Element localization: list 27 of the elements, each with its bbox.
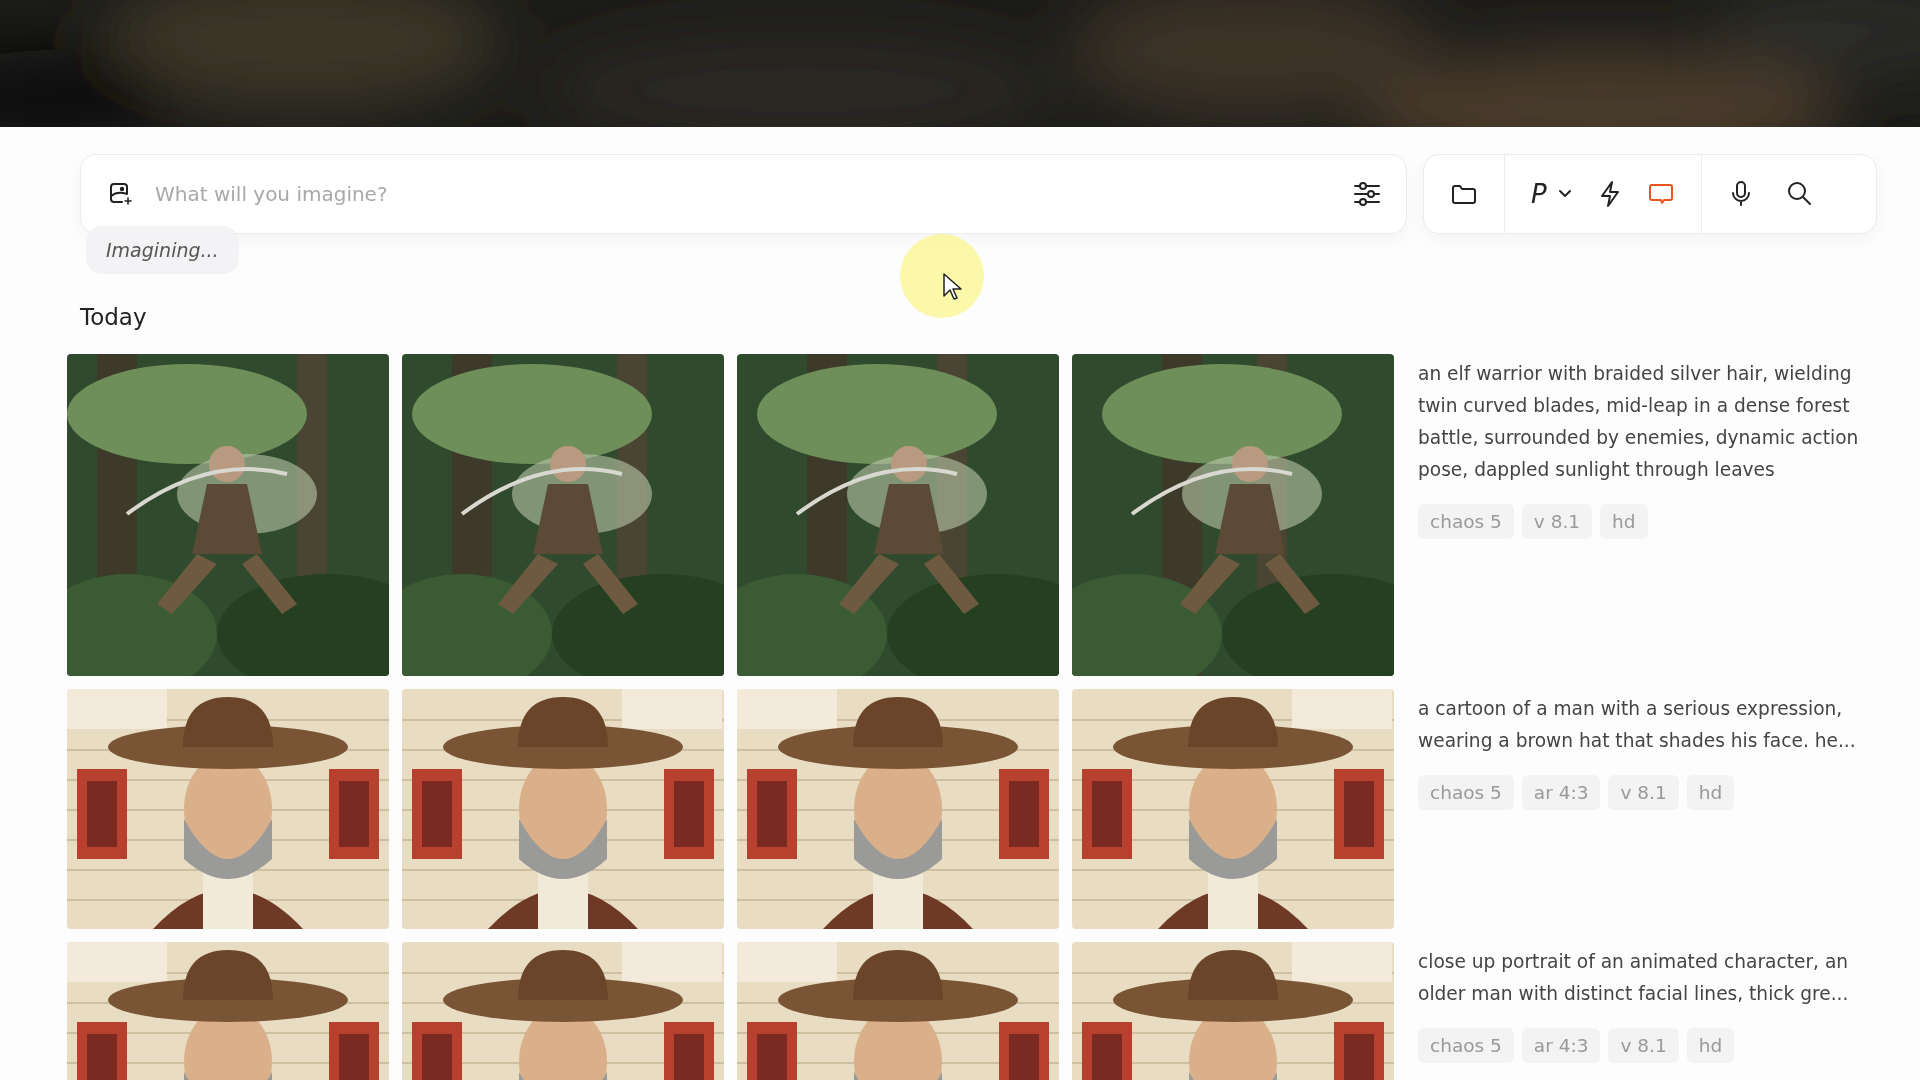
section-title: Today — [80, 304, 148, 330]
parameter-tag: hd — [1686, 775, 1735, 810]
status-chip: Imagining... — [86, 226, 239, 274]
chat-icon — [1646, 181, 1675, 207]
parameter-tag: hd — [1600, 504, 1648, 539]
parameter-tag: hd — [1686, 1028, 1735, 1063]
parameter-tag: chaos 5 — [1418, 775, 1514, 810]
prompt-text: a cartoon of a man with a serious expression, wearing a brown hat that shades his face. he... — [1418, 697, 1857, 753]
sliders-icon — [1352, 180, 1382, 208]
parameter-tag: chaos 5 — [1418, 504, 1514, 539]
parameter-tag: chaos 5 — [1418, 1028, 1514, 1063]
search-icon — [1785, 180, 1814, 208]
settings-button[interactable] — [1352, 180, 1382, 208]
parameter-tag: v 8.1 — [1608, 775, 1679, 810]
prompt-text: close up portrait of an animated character, an older man with distinct facial lines, thick gre... — [1418, 950, 1850, 1006]
parameter-tag: v 8.1 — [1608, 1028, 1679, 1063]
parameter-tag: ar 4:3 — [1521, 1028, 1601, 1063]
search-button[interactable] — [1785, 180, 1814, 208]
add-image-icon — [107, 181, 133, 207]
profile-button[interactable]: P — [1531, 179, 1547, 209]
parameter-tag: v 8.1 — [1521, 504, 1593, 539]
cursor-icon — [942, 272, 964, 302]
prompt-input[interactable]: What will you imagine? — [153, 181, 1352, 207]
prompt-field[interactable]: What will you imagine? — [80, 154, 1407, 234]
chat-button[interactable] — [1646, 181, 1675, 207]
prompt-text: an elf warrior with braided silver hair, wielding twin curved blades, mid-leap in a dense forest battle, surrounded by enemies, dynamic action pose, dappled sunlight through leaves — [1418, 362, 1860, 482]
parameter-tag: ar 4:3 — [1521, 775, 1601, 810]
